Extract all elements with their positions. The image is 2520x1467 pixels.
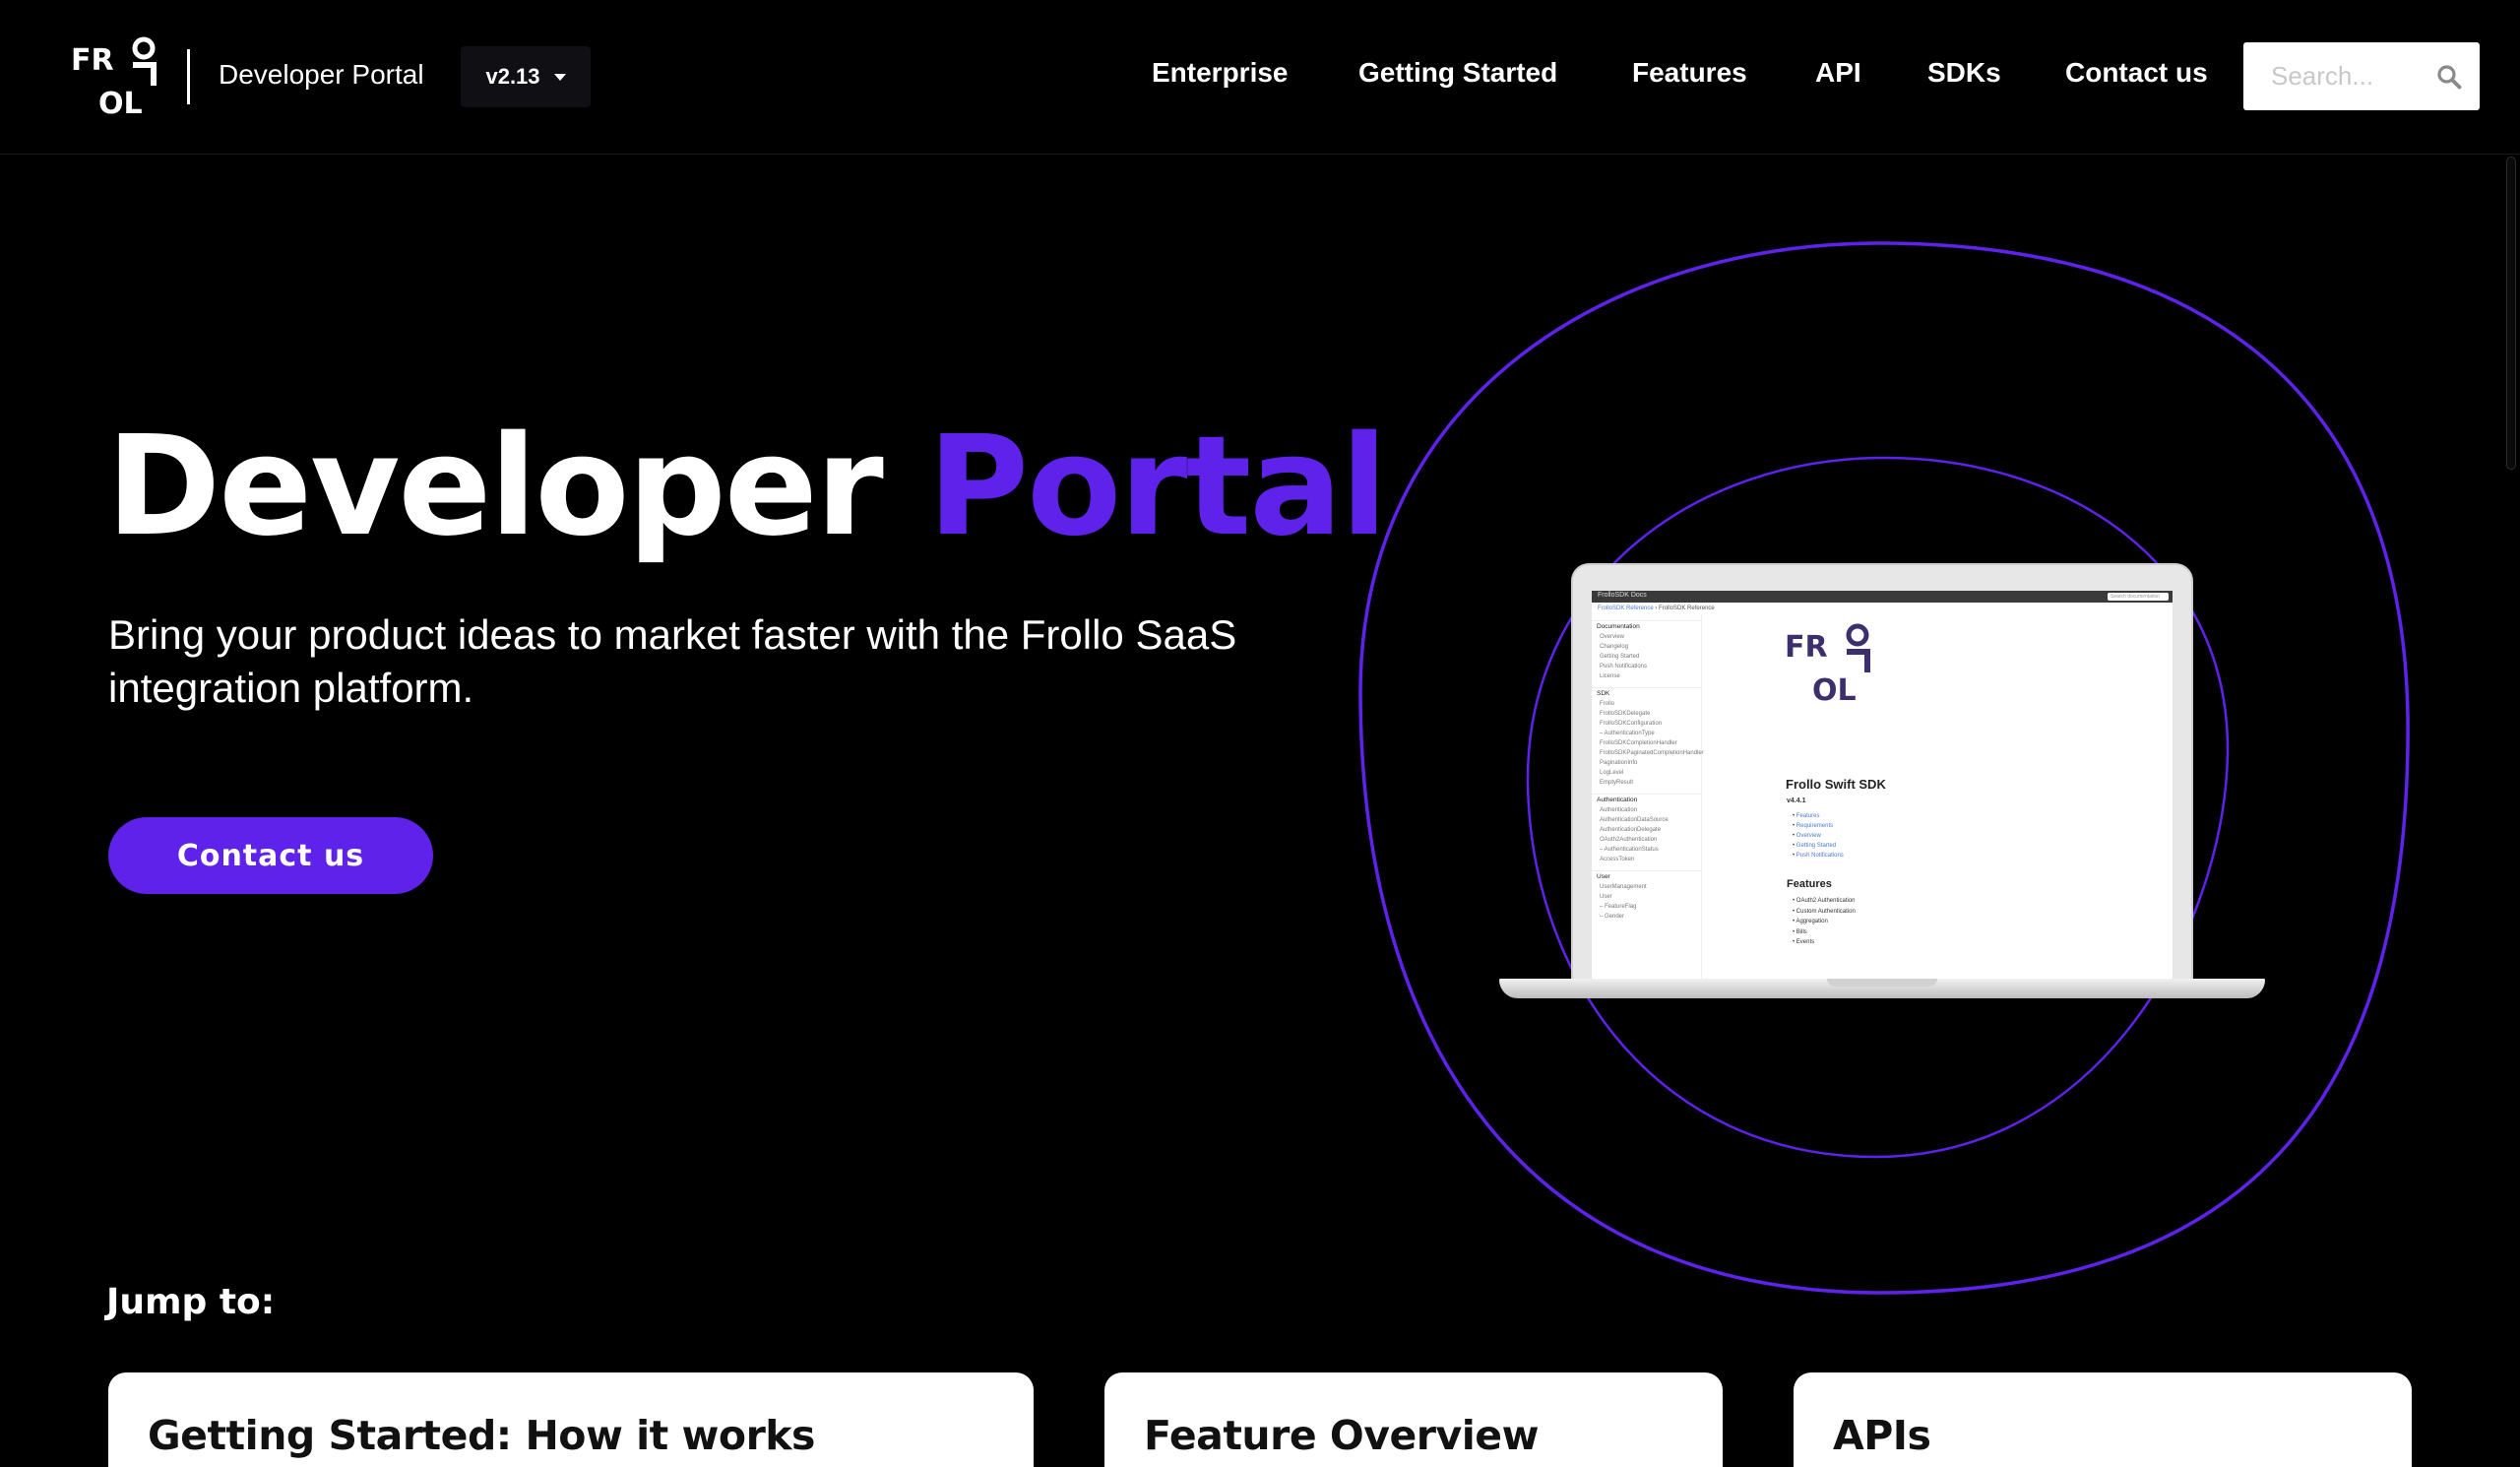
screen-side-item: Authentication	[1600, 807, 1638, 813]
screen-feature-item: Bills	[1793, 927, 1856, 938]
screen-sdk-title: Frollo Swift SDK	[1786, 777, 1886, 792]
screen-side-item: UserManagement	[1600, 884, 1647, 890]
card-title: Getting Started: How it works	[148, 1412, 815, 1459]
page-scrollbar[interactable]	[2502, 155, 2520, 1467]
screen-side-item: AuthenticationDataSource	[1600, 817, 1669, 823]
screen-side-head: SDK	[1592, 687, 1701, 699]
screen-sdk-link: Getting Started	[1793, 841, 1844, 851]
chevron-down-icon	[553, 73, 566, 81]
screen-sidebar: Documentation Overview Changelog Getting…	[1592, 614, 1704, 980]
screen-side-item: FrolloSDKConfiguration	[1600, 721, 1663, 727]
screen-features-heading: Features	[1787, 878, 1832, 890]
screen-sdk-link: Features	[1793, 811, 1844, 821]
hero-title-main: Developer	[106, 407, 884, 567]
screen-side-item: Push Notifications	[1600, 664, 1648, 670]
laptop-illustration: FrolloSDK Docs Search documentation Frol…	[1499, 563, 2265, 1006]
screen-side-item: User	[1600, 894, 1612, 900]
nav-features[interactable]: Features	[1632, 57, 1747, 89]
screen-side-item: – FeatureFlag	[1600, 904, 1637, 910]
site-header: FR OL Developer Portal v2.13 Enterprise …	[0, 0, 2520, 155]
svg-text:FR: FR	[1785, 630, 1828, 665]
screen-feature-item: Events	[1793, 937, 1856, 948]
screen-side-item: AuthenticationDelegate	[1600, 827, 1662, 833]
screen-topbar: FrolloSDK Docs Search documentation	[1592, 591, 2173, 603]
contact-us-button[interactable]: Contact us	[108, 817, 433, 894]
hero-title: Developer Portal	[106, 418, 1388, 556]
screen-side-head: Authentication	[1592, 794, 1701, 805]
screen-topbar-title: FrolloSDK Docs	[1598, 592, 1647, 599]
card-title: APIs	[1833, 1412, 1931, 1459]
nav-api[interactable]: API	[1815, 57, 1861, 89]
screen-sdk-link: Overview	[1793, 831, 1844, 841]
card-title: Feature Overview	[1144, 1412, 1539, 1459]
laptop-notch	[1827, 979, 1937, 987]
screen-side-item: Changelog	[1600, 644, 1629, 650]
svg-text:OL: OL	[1812, 673, 1857, 703]
screen-side-item: Overview	[1600, 634, 1625, 640]
screen-side-item: EmptyResult	[1600, 780, 1634, 786]
screen-side-item: FrolloSDKDelegate	[1600, 711, 1651, 717]
card-getting-started[interactable]: Getting Started: How it works	[108, 1372, 1034, 1467]
screen-side-item: OAuth2Authentication	[1600, 837, 1658, 843]
card-apis[interactable]: APIs	[1794, 1372, 2412, 1467]
screen-feature-item: Aggregation	[1793, 917, 1856, 927]
screen-side-item: FrolloSDKPaginatedCompletionHandler	[1600, 750, 1704, 756]
screen-main: FR OL Frollo Swift SDK v4.4.1 Features R…	[1702, 614, 2173, 980]
screen-side-item: FrolloSDKCompletionHandler	[1600, 740, 1677, 746]
screen-side-item: – AuthenticationType	[1600, 731, 1655, 736]
scrollbar-thumb[interactable]	[2506, 157, 2516, 470]
screen-breadcrumb: FrolloSDK Reference › FrolloSDK Referenc…	[1598, 606, 1715, 611]
screen-side-item: Frollo	[1600, 701, 1615, 707]
svg-text:OL: OL	[98, 87, 143, 115]
hero-subtitle: Bring your product ideas to market faste…	[108, 611, 1237, 711]
screen-side-item: LogLevel	[1600, 770, 1624, 776]
screen-breadcrumb-link: FrolloSDK Reference	[1598, 606, 1654, 611]
screen-side-item: – Gender	[1600, 914, 1625, 920]
version-label: v2.13	[485, 64, 540, 89]
frollo-logo-purple: FR OL	[1785, 623, 1870, 703]
screen-side-item: License	[1600, 673, 1620, 679]
hero-title-accent: Portal	[927, 407, 1388, 567]
screen-sdk-link: Requirements	[1793, 821, 1844, 831]
nav-getting-started[interactable]: Getting Started	[1358, 57, 1557, 89]
version-selector[interactable]: v2.13	[461, 46, 591, 107]
nav-sdks[interactable]: SDKs	[1927, 57, 2001, 89]
screen-features-list: OAuth2 Authentication Custom Authenticat…	[1793, 896, 1856, 948]
screen-side-item: – AuthenticationStatus	[1600, 847, 1659, 853]
screen-side-head: Documentation	[1592, 620, 1701, 632]
svg-text:FR: FR	[71, 43, 114, 78]
search-icon[interactable]	[2436, 64, 2462, 90]
screen-side-head: User	[1592, 870, 1701, 882]
screen-feature-item: Custom Authentication	[1793, 907, 1856, 918]
screen-side-item: Getting Started	[1600, 654, 1640, 660]
nav-enterprise[interactable]: Enterprise	[1152, 57, 1289, 89]
screen-sdk-links: Features Requirements Overview Getting S…	[1793, 811, 1844, 861]
logo-divider	[187, 49, 190, 104]
brand-title[interactable]: Developer Portal	[219, 59, 424, 91]
frollo-logo[interactable]: FR OL	[71, 36, 159, 115]
screen-side-item: PaginationInfo	[1600, 760, 1638, 766]
screen-side-item: AccessToken	[1600, 857, 1635, 862]
screen-sdk-link: Push Notifications	[1793, 851, 1844, 861]
screen-search: Search documentation	[2108, 593, 2169, 601]
screen-feature-item: OAuth2 Authentication	[1793, 896, 1856, 907]
card-feature-overview[interactable]: Feature Overview	[1104, 1372, 1723, 1467]
nav-contact-us[interactable]: Contact us	[2065, 57, 2208, 89]
screen-breadcrumb-current: FrolloSDK Reference	[1659, 606, 1715, 611]
search-box	[2243, 42, 2480, 110]
laptop-screen: FrolloSDK Docs Search documentation Frol…	[1592, 591, 2173, 980]
jump-to-heading: Jump to:	[106, 1282, 276, 1322]
screen-sdk-version: v4.4.1	[1787, 797, 1806, 804]
